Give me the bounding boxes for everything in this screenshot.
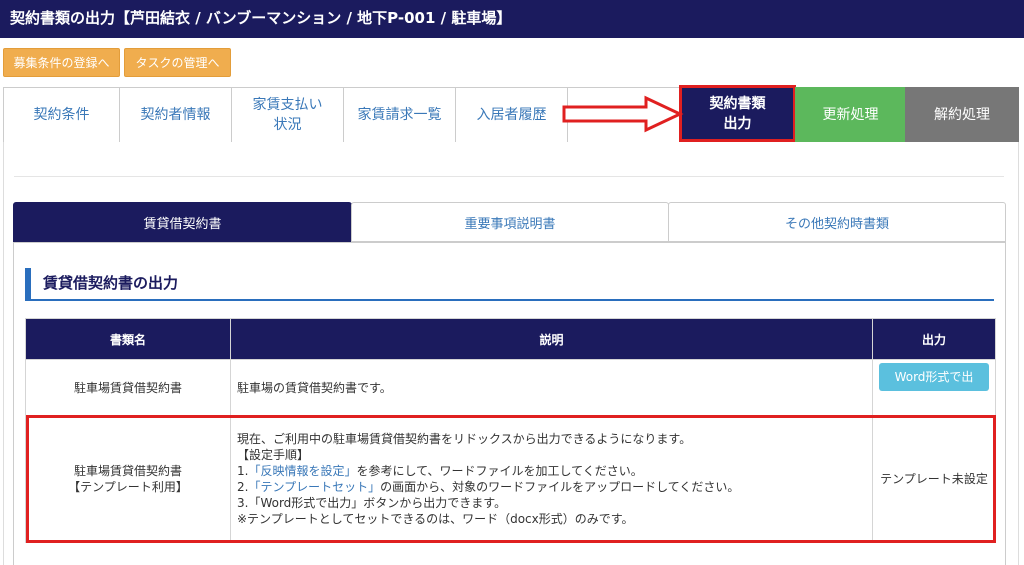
tab-contract-documents-output[interactable]: 契約書類 出力 — [679, 85, 796, 142]
word-output-button[interactable]: Word形式で出力 — [879, 362, 989, 412]
recruitment-conditions-button[interactable]: 募集条件の登録へ — [3, 48, 120, 77]
header-output: 出力 — [872, 318, 996, 360]
header-document-name: 書類名 — [25, 318, 231, 360]
template-set-link[interactable]: 「テンプレートセット」 — [248, 480, 380, 494]
step-text: を参考にして、ワードファイルを加工してください。 — [356, 464, 643, 478]
step-number: 1. — [237, 464, 249, 478]
step-number: 2. — [237, 480, 249, 494]
instruction-step-3: 3.「Word形式で出力」ボタンから出力できます。 — [237, 496, 507, 510]
header-description: 説明 — [230, 318, 873, 360]
task-management-button[interactable]: タスクの管理へ — [124, 48, 231, 77]
subtab-other-documents[interactable]: その他契約時書類 — [668, 202, 1006, 242]
tab-rent-payment-status[interactable]: 家賃支払い 状況 — [231, 87, 344, 142]
main-tab-bar: 契約条件 契約者情報 家賃支払い 状況 家賃請求一覧 入居者履歴 対応履歴 契約… — [3, 85, 1019, 142]
document-name: 駐車場賃貸借契約書 — [25, 359, 231, 416]
divider — [14, 176, 1004, 177]
subtab-lease-contract[interactable]: 賃貸借契約書 — [13, 202, 352, 242]
document-name-template: 駐車場賃貸借契約書 【テンプレート利用】 — [25, 415, 231, 543]
document-name-line: 駐車場賃貸借契約書 — [73, 464, 182, 478]
document-description: 駐車場の賃貸借契約書です。 — [230, 359, 873, 416]
tab-contract-conditions[interactable]: 契約条件 — [3, 87, 120, 142]
instruction-step-2: 2.「テンプレートセット」の画面から、対象のワードファイルをアップロードしてくだ… — [237, 479, 866, 495]
section-title: 賃貸借契約書の出力 — [25, 268, 994, 301]
instruction-heading: 【設定手順】 — [237, 448, 310, 462]
template-status: テンプレート未設定 — [872, 415, 996, 543]
tab-contractor-info[interactable]: 契約者情報 — [119, 87, 232, 142]
output-cell: Word形式で出力 — [872, 359, 996, 416]
subtab-important-matters[interactable]: 重要事項説明書 — [351, 202, 669, 242]
reflect-info-link[interactable]: 「反映情報を設定」 — [248, 464, 356, 478]
instruction-intro: 現在、ご利用中の駐車場賃貸借契約書をリドックスから出力できるようになります。 — [237, 432, 692, 446]
table-header-row: 書類名 説明 出力 — [25, 318, 996, 360]
template-instructions: 現在、ご利用中の駐車場賃貸借契約書をリドックスから出力できるようになります。 【… — [230, 415, 873, 543]
annotation-arrow — [562, 95, 684, 133]
table-row: 駐車場賃貸借契約書 駐車場の賃貸借契約書です。 Word形式で出力 — [25, 359, 996, 416]
tab-tenant-history[interactable]: 入居者履歴 — [455, 87, 568, 142]
tab-renewal[interactable]: 更新処理 — [795, 87, 906, 142]
step-text: の画面から、対象のワードファイルをアップロードしてください。 — [380, 480, 740, 494]
documents-table: 書類名 説明 出力 駐車場賃貸借契約書 駐車場の賃貸借契約書です。 Word形式… — [25, 318, 996, 543]
instruction-step-1: 1.「反映情報を設定」を参考にして、ワードファイルを加工してください。 — [237, 463, 866, 479]
page-title: 契約書類の出力【芦田結衣 / バンブーマンション / 地下P-001 / 駐車場… — [0, 0, 1024, 38]
template-usage-label: 【テンプレート利用】 — [68, 480, 188, 494]
table-row: 駐車場賃貸借契約書 【テンプレート利用】 現在、ご利用中の駐車場賃貸借契約書をリ… — [25, 415, 996, 543]
tab-rent-billing-list[interactable]: 家賃請求一覧 — [343, 87, 456, 142]
instruction-note: ※テンプレートとしてセットできるのは、ワード（docx形式）のみです。 — [237, 512, 634, 526]
document-type-tabs: 賃貸借契約書 重要事項説明書 その他契約時書類 — [13, 202, 1006, 242]
tab-cancellation[interactable]: 解約処理 — [905, 87, 1019, 142]
